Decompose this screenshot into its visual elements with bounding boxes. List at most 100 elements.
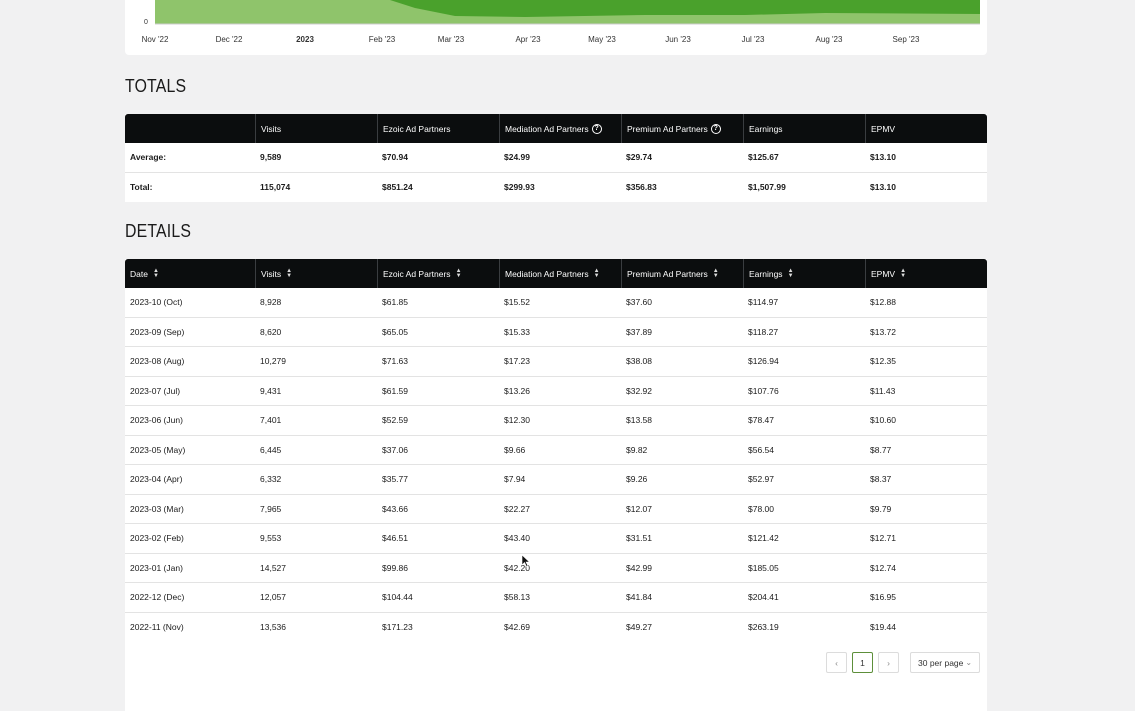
totals-header-6: EPMV (865, 114, 987, 143)
table-cell: $52.97 (748, 474, 774, 485)
table-cell: 2022-12 (Dec) (130, 592, 185, 603)
table-cell: $52.59 (382, 415, 408, 426)
table-cell: $13.72 (870, 326, 896, 337)
x-tick-label: Sep '23 (892, 35, 920, 44)
table-cell: $12.07 (626, 503, 652, 514)
table-cell: $1,507.99 (748, 182, 786, 193)
table-cell: $42.99 (626, 562, 652, 573)
totals-table: Visits Ezoic Ad Partners Mediation Ad Part… (125, 114, 987, 202)
table-cell: 12,057 (260, 592, 286, 603)
sort-icon[interactable]: ▲ ▼ (286, 268, 292, 279)
table-row: 2023-07 (Jul) 9,431 $61.59 $13.26 $32.92 $107… (125, 377, 987, 406)
table-cell: $46.51 (382, 533, 408, 544)
table-cell: 7,401 (260, 415, 282, 426)
totals-header-0 (125, 114, 255, 143)
table-row: 2023-02 (Feb) 9,553 $46.51 $43.40 $31.51 $121… (125, 524, 987, 554)
details-header-row: Date ▲ ▼ Visits ▲ ▼ Ezoic Ad Partners ▲ ▼ Mediati… (125, 259, 987, 288)
details-body: 2023-10 (Oct) 8,928 $61.85 $15.52 $37.60 $114… (125, 288, 987, 642)
x-tick-label: Dec '22 (215, 35, 243, 44)
sort-icon[interactable]: ▲ ▼ (594, 268, 600, 279)
header-label: Earnings (749, 268, 783, 279)
x-tick-label: Jul '23 (741, 35, 765, 44)
table-cell: $9.26 (626, 474, 648, 485)
details-header-0[interactable]: Date ▲ ▼ (125, 259, 255, 288)
totals-header-1: Visits (255, 114, 377, 143)
totals-header-2: Ezoic Ad Partners (377, 114, 499, 143)
sort-icon[interactable]: ▲ ▼ (900, 268, 906, 279)
sort-icon[interactable]: ▲ ▼ (153, 268, 159, 279)
table-cell: $42.69 (504, 622, 530, 633)
details-header-5[interactable]: Earnings ▲ ▼ (743, 259, 865, 288)
table-cell: 2023-07 (Jul) (130, 385, 181, 396)
table-cell: $263.19 (748, 622, 779, 633)
table-cell: $12.71 (870, 533, 896, 544)
details-header-2[interactable]: Ezoic Ad Partners ▲ ▼ (377, 259, 499, 288)
table-cell: 8,620 (260, 326, 282, 337)
table-cell: $13.10 (870, 182, 896, 193)
table-cell: $13.58 (626, 415, 652, 426)
table-cell: $22.27 (504, 503, 530, 514)
table-cell: $71.63 (382, 356, 408, 367)
details-header-6[interactable]: EPMV ▲ ▼ (865, 259, 987, 288)
sort-icon[interactable]: ▲ ▼ (713, 268, 719, 279)
per-page-label: 30 per page (918, 657, 964, 668)
table-cell: $15.33 (504, 326, 530, 337)
table-cell: 2023-06 (Jun) (130, 415, 183, 426)
table-row: Average: 9,589 $70.94 $24.99 $29.74 $125.67 $1… (125, 143, 987, 173)
table-cell: 13,536 (260, 622, 286, 633)
table-cell: $114.97 (748, 297, 779, 308)
prev-page-button[interactable]: ‹ (826, 652, 847, 673)
details-title: DETAILS (125, 221, 192, 241)
page-1-button[interactable]: 1 (852, 652, 873, 673)
x-tick-label: 2023 (296, 35, 314, 44)
table-cell: 9,553 (260, 533, 282, 544)
help-icon[interactable]: ? (710, 123, 721, 134)
table-row: Total: 115,074 $851.24 $299.93 $356.83 $1,507… (125, 173, 987, 203)
x-tick-label: May '23 (588, 35, 616, 44)
table-cell: $61.59 (382, 385, 408, 396)
table-cell: 8,928 (260, 297, 282, 308)
table-cell: $43.66 (382, 503, 408, 514)
table-cell: $13.26 (504, 385, 530, 396)
table-cell: $70.94 (382, 152, 408, 163)
table-cell: 7,965 (260, 503, 282, 514)
table-row: 2022-12 (Dec) 12,057 $104.44 $58.13 $41.84 $2… (125, 583, 987, 613)
table-cell: $29.74 (626, 152, 652, 163)
header-label: Premium Ad Partners (627, 268, 708, 279)
header-label: Visits (261, 123, 282, 134)
table-cell: $10.60 (870, 415, 896, 426)
details-header-3[interactable]: Mediation Ad Partners ▲ ▼ (499, 259, 621, 288)
table-cell: $126.94 (748, 356, 779, 367)
table-row: 2023-04 (Apr) 6,332 $35.77 $7.94 $9.26 $52.97… (125, 465, 987, 495)
table-row: 2023-03 (Mar) 7,965 $43.66 $22.27 $12.07 $78.… (125, 495, 987, 524)
table-cell: $31.51 (626, 533, 652, 544)
x-tick-label: Jun '23 (665, 35, 691, 44)
table-cell: $32.92 (626, 385, 652, 396)
table-cell: $43.40 (504, 533, 530, 544)
sort-icon[interactable]: ▲ ▼ (456, 268, 462, 279)
next-page-button[interactable]: › (878, 652, 899, 673)
table-cell: $78.47 (748, 415, 774, 426)
table-cell: $185.05 (748, 562, 779, 573)
help-icon[interactable]: ? (591, 123, 602, 134)
table-cell: $35.77 (382, 474, 408, 485)
x-tick-label: Mar '23 (437, 35, 465, 44)
table-cell: $15.52 (504, 297, 530, 308)
table-cell: $7.94 (504, 474, 526, 485)
table-cell: 9,589 (260, 152, 282, 163)
details-table: Date ▲ ▼ Visits ▲ ▼ Ezoic Ad Partners ▲ ▼ Mediati… (125, 259, 987, 642)
per-page-select[interactable]: 30 per page ⌄ (910, 652, 980, 673)
totals-header-row: Visits Ezoic Ad Partners Mediation Ad Part… (125, 114, 987, 143)
table-cell: $58.13 (504, 592, 530, 603)
table-cell: $49.27 (626, 622, 652, 633)
table-cell: 2023-04 (Apr) (130, 474, 183, 485)
details-header-1[interactable]: Visits ▲ ▼ (255, 259, 377, 288)
table-cell: $99.86 (382, 562, 408, 573)
table-cell: $204.41 (748, 592, 779, 603)
details-header-4[interactable]: Premium Ad Partners ▲ ▼ (621, 259, 743, 288)
table-cell: Average: (130, 152, 167, 163)
sort-icon[interactable]: ▲ ▼ (788, 268, 794, 279)
table-cell: $104.44 (382, 592, 413, 603)
table-cell: 2023-09 (Sep) (130, 326, 185, 337)
header-label: EPMV (871, 268, 896, 279)
